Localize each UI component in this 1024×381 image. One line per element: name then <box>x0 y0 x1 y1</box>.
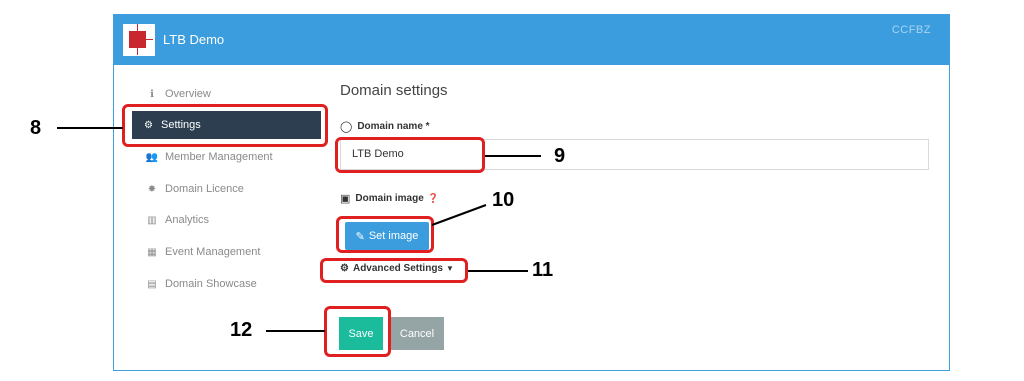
callout-box-advanced <box>320 258 468 283</box>
callout-line-12 <box>266 330 325 332</box>
callout-number-12: 12 <box>230 319 253 341</box>
callout-line-11 <box>468 270 528 272</box>
callout-number-10: 10 <box>492 189 515 211</box>
callout-box-save <box>324 306 391 357</box>
callout-number-11: 11 <box>532 259 554 281</box>
